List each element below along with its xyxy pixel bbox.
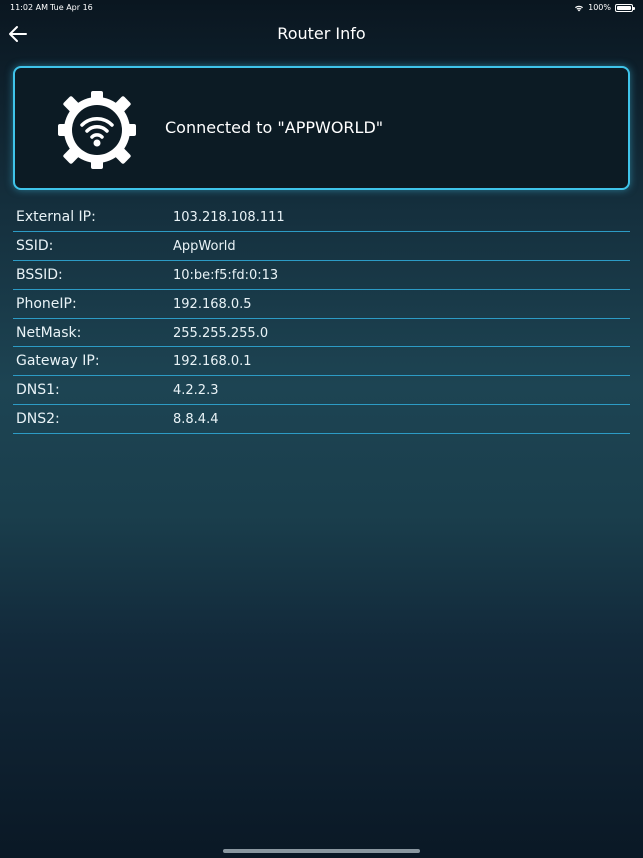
- info-row-phone-ip: PhoneIP: 192.168.0.5: [13, 290, 630, 319]
- status-date: Tue Apr 16: [50, 3, 93, 12]
- status-time: 11:02 AM: [10, 3, 48, 12]
- info-row-bssid: BSSID: 10:be:f5:fd:0:13: [13, 261, 630, 290]
- info-row-dns1: DNS1: 4.2.2.3: [13, 376, 630, 406]
- connection-status-text: Connected to "APPWORLD": [165, 118, 384, 137]
- info-value: 4.2.2.3: [173, 383, 219, 399]
- router-info-list: External IP: 103.218.108.111 SSID: AppWo…: [13, 203, 630, 435]
- page-title: Router Info: [277, 24, 366, 43]
- battery-percent: 100%: [588, 3, 611, 12]
- info-label: Gateway IP:: [16, 353, 100, 370]
- info-value: 255.255.255.0: [173, 325, 269, 341]
- home-indicator[interactable]: [223, 849, 420, 853]
- info-label: External IP:: [16, 209, 96, 225]
- info-value: 8.8.4.4: [173, 412, 219, 428]
- status-right: 100%: [574, 3, 635, 12]
- status-bar: 11:02 AM Tue Apr 16 100%: [0, 0, 643, 16]
- info-value: 192.168.0.5: [173, 296, 252, 312]
- info-label: BSSID:: [16, 266, 63, 283]
- info-row-netmask: NetMask: 255.255.255.0: [13, 319, 630, 348]
- connection-card: Connected to "APPWORLD": [13, 66, 630, 190]
- info-label: DNS2:: [16, 411, 60, 428]
- info-label: NetMask:: [16, 324, 82, 341]
- wifi-icon: [575, 5, 584, 11]
- info-value: 103.218.108.111: [173, 210, 285, 225]
- navigation-bar: Router Info: [0, 16, 643, 52]
- info-label: DNS1:: [16, 382, 60, 399]
- router-wifi-gear-icon: [58, 91, 136, 169]
- info-row-dns2: DNS2: 8.8.4.4: [13, 405, 630, 435]
- info-value: AppWorld: [173, 238, 236, 254]
- battery-icon: [615, 3, 635, 12]
- info-label: SSID:: [16, 237, 54, 254]
- info-row-external-ip: External IP: 103.218.108.111: [13, 203, 630, 232]
- info-row-gateway-ip: Gateway IP: 192.168.0.1: [13, 347, 630, 377]
- info-label: PhoneIP:: [16, 295, 77, 312]
- info-value: 10:be:f5:fd:0:13: [173, 267, 279, 283]
- info-value: 192.168.0.1: [173, 354, 252, 370]
- info-row-ssid: SSID: AppWorld: [13, 232, 630, 261]
